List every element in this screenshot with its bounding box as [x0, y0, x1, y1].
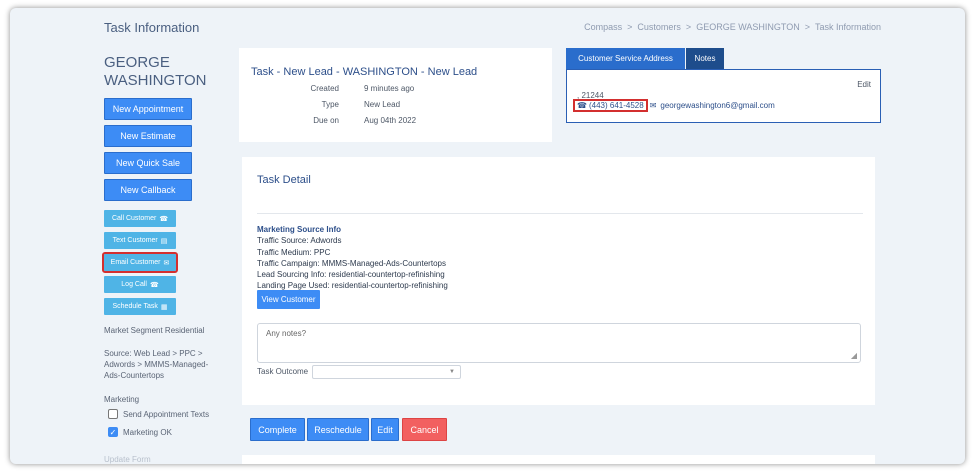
- schedule-task-button[interactable]: Schedule Task ▦: [104, 298, 176, 315]
- call-customer-label: Call Customer: [111, 215, 157, 222]
- task-outcome-select[interactable]: ▼: [312, 365, 461, 379]
- send-appointment-texts-checkbox[interactable]: [108, 409, 118, 419]
- due-label: Due on: [313, 116, 339, 125]
- task-summary-card: Task - New Lead - WASHINGTON - New Lead …: [239, 48, 552, 142]
- new-estimate-button[interactable]: New Estimate: [104, 125, 192, 147]
- breadcrumb-current: Task Information: [814, 22, 881, 32]
- text-customer-label: Text Customer: [112, 237, 158, 244]
- cut-off-text: Update Form: [104, 455, 151, 464]
- breadcrumb: Compass > Customers > GEORGE WASHINGTON …: [584, 22, 881, 32]
- log-call-button[interactable]: Log Call ☎: [104, 276, 176, 293]
- marketing-source-heading: Marketing Source Info: [257, 225, 342, 234]
- marketing-source-info: Marketing Source Info Traffic Source: Ad…: [257, 224, 448, 292]
- phone-icon: ☎: [577, 101, 587, 110]
- traffic-medium: Traffic Medium: PPC: [257, 247, 331, 257]
- address-text: , 21244: [577, 91, 604, 100]
- marketing-ok-row[interactable]: ✓ Marketing OK: [108, 427, 172, 437]
- view-customer-button[interactable]: View Customer: [257, 290, 320, 309]
- edit-button[interactable]: Edit: [371, 418, 399, 441]
- email-address[interactable]: georgewashington6@gmail.com: [660, 101, 774, 110]
- complete-button[interactable]: Complete: [250, 418, 305, 441]
- log-call-label: Log Call: [121, 281, 147, 288]
- envelope-icon: ✉: [163, 259, 170, 267]
- breadcrumb-compass[interactable]: Compass: [584, 22, 622, 32]
- breadcrumb-separator: >: [804, 22, 810, 32]
- edit-address-link[interactable]: Edit: [857, 80, 871, 89]
- customer-info-tabs: Customer Service Address Notes: [566, 48, 881, 69]
- traffic-campaign: Traffic Campaign: MMMS-Managed-Ads-Count…: [257, 258, 446, 268]
- task-detail-title: Task Detail: [257, 174, 311, 186]
- lead-sourcing-info: Lead Sourcing Info: residential-countert…: [257, 270, 445, 280]
- notes-textarea[interactable]: Any notes? ◢: [257, 323, 861, 363]
- new-appointment-button[interactable]: New Appointment: [104, 98, 192, 120]
- email-customer-label: Email Customer: [110, 259, 161, 266]
- divider: [257, 213, 863, 214]
- contact-row: ☎ (443) 641-4528 ✉ georgewashington6@gma…: [573, 99, 775, 112]
- schedule-task-label: Schedule Task: [112, 303, 158, 310]
- envelope-icon: ✉: [649, 101, 657, 110]
- next-card-edge: [242, 455, 875, 464]
- task-outcome-label: Task Outcome: [257, 367, 309, 376]
- email-customer-button[interactable]: Email Customer ✉: [102, 252, 178, 273]
- app-window: Task Information Compass > Customers > G…: [10, 8, 965, 464]
- text-customer-button[interactable]: Text Customer ▤: [104, 232, 176, 249]
- market-segment: Market Segment Residential: [104, 326, 205, 335]
- cancel-button[interactable]: Cancel: [402, 418, 447, 441]
- marketing-ok-checkbox[interactable]: ✓: [108, 427, 118, 437]
- phone-icon: ☎: [149, 281, 159, 289]
- breadcrumb-separator: >: [685, 22, 692, 32]
- tab-customer-service-address[interactable]: Customer Service Address: [566, 48, 685, 69]
- type-label: Type: [321, 100, 339, 109]
- traffic-source: Traffic Source: Adwords: [257, 236, 342, 246]
- breadcrumb-customers[interactable]: Customers: [637, 22, 681, 32]
- customer-name: GEORGE WASHINGTON: [104, 54, 207, 89]
- notes-placeholder: Any notes?: [266, 329, 307, 338]
- created-value: 9 minutes ago: [364, 84, 415, 93]
- phone-link[interactable]: ☎ (443) 641-4528: [573, 99, 648, 112]
- type-value: New Lead: [364, 100, 401, 109]
- chevron-down-icon: ▼: [449, 369, 455, 375]
- address-box: Edit , 21244 ☎ (443) 641-4528 ✉ georgewa…: [566, 69, 881, 123]
- page-title: Task Information: [104, 20, 200, 35]
- tab-notes[interactable]: Notes: [686, 48, 724, 69]
- new-quick-sale-button[interactable]: New Quick Sale: [104, 152, 192, 174]
- created-label: Created: [310, 84, 339, 93]
- reschedule-button[interactable]: Reschedule: [307, 418, 369, 441]
- send-appointment-texts-row[interactable]: Send Appointment Texts: [108, 409, 209, 419]
- lead-source: Source: Web Lead > PPC > Adwords > MMMS-…: [104, 349, 209, 380]
- resize-handle-icon[interactable]: ◢: [851, 351, 857, 360]
- task-title: Task - New Lead - WASHINGTON - New Lead: [251, 66, 478, 78]
- new-callback-button[interactable]: New Callback: [104, 179, 192, 201]
- marketing-ok-label: Marketing OK: [123, 427, 172, 437]
- send-appointment-texts-label: Send Appointment Texts: [123, 409, 210, 419]
- calendar-icon: ▦: [160, 303, 168, 311]
- message-icon: ▤: [160, 237, 168, 245]
- breadcrumb-customer[interactable]: GEORGE WASHINGTON: [696, 22, 800, 32]
- call-customer-button[interactable]: Call Customer ☎: [104, 210, 176, 227]
- breadcrumb-separator: >: [627, 22, 633, 32]
- task-detail-card: Task Detail Marketing Source Info Traffi…: [242, 157, 875, 405]
- marketing-heading: Marketing: [104, 395, 140, 404]
- phone-icon: ☎: [159, 215, 169, 223]
- phone-number: (443) 641-4528: [588, 101, 644, 110]
- due-value: Aug 04th 2022: [364, 116, 417, 125]
- customer-info-panel: Customer Service Address Notes Edit , 21…: [566, 48, 881, 124]
